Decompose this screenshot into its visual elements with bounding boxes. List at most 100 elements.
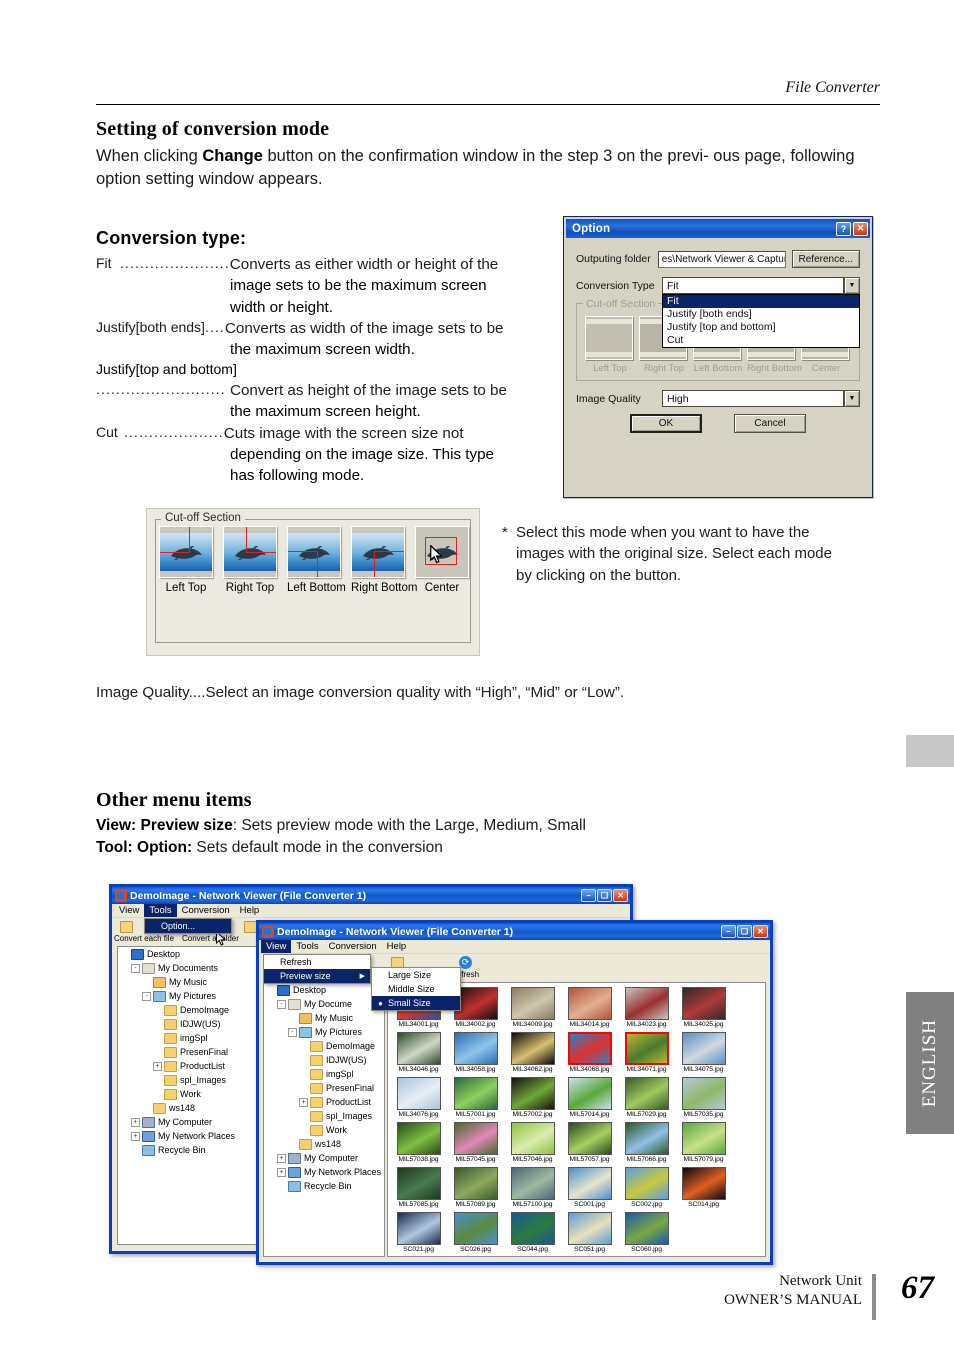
help-icon[interactable]: ? xyxy=(836,221,851,236)
back-window-menubar[interactable]: View Tools Conversion Help xyxy=(112,904,630,918)
tree-node[interactable]: Desktop xyxy=(264,983,384,997)
thumbnail-item[interactable]: MIL34014.jpg xyxy=(561,987,618,1028)
thumbnail-image[interactable] xyxy=(453,1167,498,1200)
menu-view[interactable]: View xyxy=(261,940,292,953)
thumbnail-image[interactable] xyxy=(681,987,726,1020)
expand-icon[interactable]: + xyxy=(131,1117,140,1127)
tree-node[interactable]: + My Computer xyxy=(264,1151,384,1165)
thumbnail-item[interactable]: MIL34046.jpg xyxy=(390,1032,447,1073)
expand-icon[interactable]: + xyxy=(131,1131,140,1141)
collapse-icon[interactable]: - xyxy=(131,963,140,973)
thumbnail-image[interactable] xyxy=(624,1212,669,1245)
submenu-item-large-size[interactable]: Large Size xyxy=(372,968,460,982)
thumbnail-image[interactable] xyxy=(681,1077,726,1110)
thumbnail-image[interactable] xyxy=(624,1077,669,1110)
thumbnail-item[interactable]: MIL57014.jpg xyxy=(561,1077,618,1118)
thumbnail-image[interactable] xyxy=(624,1032,669,1065)
submenu-item-middle-size[interactable]: Middle Size xyxy=(372,982,460,996)
thumbnail-image[interactable] xyxy=(510,1032,555,1065)
thumbnail-item[interactable]: SC014.jpg xyxy=(675,1167,732,1208)
tree-node[interactable]: spl_Images xyxy=(264,1109,384,1123)
collapse-icon[interactable]: - xyxy=(288,1027,297,1037)
thumbnail-image[interactable] xyxy=(681,1122,726,1155)
thumbnail-image[interactable] xyxy=(681,1032,726,1065)
thumbnail-image[interactable] xyxy=(567,1167,612,1200)
thumbnail-image[interactable] xyxy=(510,1122,555,1155)
menu-view[interactable]: View xyxy=(114,904,144,917)
image-quality-select[interactable]: High ▼ xyxy=(662,390,860,407)
thumbnail-image[interactable] xyxy=(453,1212,498,1245)
thumbnail-item[interactable]: SC044.jpg xyxy=(504,1212,561,1253)
thumbnail-image[interactable] xyxy=(396,1167,441,1200)
thumbnail-item[interactable]: MIL34058.jpg xyxy=(447,1032,504,1073)
chevron-down-icon[interactable]: ▼ xyxy=(844,277,860,294)
thumbnail-image[interactable] xyxy=(567,1122,612,1155)
thumbnail-item[interactable]: MIL34068.jpg xyxy=(561,1032,618,1073)
cutoff-button-left-top[interactable]: Left Top xyxy=(159,526,213,594)
thumbnail-item[interactable]: MIL57029.jpg xyxy=(618,1077,675,1118)
cutoff-button-left-bottom[interactable]: Left Bottom xyxy=(287,526,346,594)
thumbnail-item[interactable]: SC026.jpg xyxy=(447,1212,504,1253)
conversion-type-dropdown[interactable]: Fit Justify [both ends] Justify [top and… xyxy=(662,294,860,348)
thumbnail-image[interactable] xyxy=(567,1212,612,1245)
preview-size-submenu[interactable]: Large Size Middle Size ● Small Size xyxy=(371,967,461,1011)
thumbnail-image[interactable] xyxy=(624,1122,669,1155)
menu-help[interactable]: Help xyxy=(235,904,265,917)
convert-each-file-icon[interactable] xyxy=(120,921,133,933)
thumbnail-item[interactable]: MIL57066.jpg xyxy=(618,1122,675,1163)
reference-button[interactable]: Reference... xyxy=(791,250,860,268)
thumbnail-image[interactable] xyxy=(510,1212,555,1245)
thumbnail-image[interactable] xyxy=(396,1122,441,1155)
collapse-icon[interactable]: - xyxy=(142,991,151,1001)
tree-node[interactable]: - My Docume xyxy=(264,997,384,1011)
thumbnail-item[interactable]: MIL34075.jpg xyxy=(675,1032,732,1073)
minimize-icon[interactable]: – xyxy=(581,889,596,902)
menu-item-option[interactable]: Option... xyxy=(145,919,231,933)
thumbnail-item[interactable]: MIL34076.jpg xyxy=(390,1077,447,1118)
thumbnail-image[interactable] xyxy=(453,1122,498,1155)
chevron-down-icon[interactable]: ▼ xyxy=(844,390,860,407)
dropdown-option-justify-topbottom[interactable]: Justify [top and bottom] xyxy=(663,321,859,334)
thumbnail-item[interactable]: MIL57089.jpg xyxy=(447,1167,504,1208)
close-icon[interactable]: ✕ xyxy=(853,221,868,236)
thumbnail-image[interactable] xyxy=(396,1077,441,1110)
output-folder-input[interactable]: es\Network Viewer & Capture xyxy=(657,250,786,268)
collapse-icon[interactable]: - xyxy=(277,999,286,1009)
thumbnail-image[interactable] xyxy=(624,1167,669,1200)
submenu-item-small-size[interactable]: ● Small Size xyxy=(372,996,460,1010)
thumbnail-image[interactable] xyxy=(624,987,669,1020)
close-icon[interactable]: ✕ xyxy=(613,889,628,902)
cutoff-button-right-bottom[interactable]: Right Bottom xyxy=(351,526,417,594)
thumbnail-image[interactable] xyxy=(567,1032,612,1065)
thumbnail-item[interactable]: MIL57100.jpg xyxy=(504,1167,561,1208)
menu-tools[interactable]: Tools xyxy=(144,904,177,917)
thumbnail-item[interactable]: MIL57038.jpg xyxy=(390,1122,447,1163)
menu-item-preview-size[interactable]: Preview size ▶ xyxy=(264,969,370,983)
thumbnail-item[interactable]: MIL57085.jpg xyxy=(390,1167,447,1208)
thumbnail-item[interactable]: SC002.jpg xyxy=(618,1167,675,1208)
thumbnail-image[interactable] xyxy=(510,987,555,1020)
ok-button[interactable]: OK xyxy=(630,414,702,433)
thumbnail-item[interactable]: MIL57002.jpg xyxy=(504,1077,561,1118)
thumbnail-image[interactable] xyxy=(453,1077,498,1110)
tree-node[interactable]: My Music xyxy=(264,1011,384,1025)
tree-node[interactable]: IDJW(US) xyxy=(264,1053,384,1067)
thumbnail-item[interactable]: MIL34062.jpg xyxy=(504,1032,561,1073)
expand-icon[interactable]: + xyxy=(277,1167,286,1177)
thumbnail-item[interactable]: MIL57001.jpg xyxy=(447,1077,504,1118)
tree-node[interactable]: - My Pictures xyxy=(264,1025,384,1039)
front-window-titlebar[interactable]: DemoImage - Network Viewer (File Convert… xyxy=(259,923,770,940)
thumbnail-image[interactable] xyxy=(510,1077,555,1110)
dropdown-option-fit[interactable]: Fit xyxy=(663,295,859,308)
thumbnail-image[interactable] xyxy=(453,1032,498,1065)
thumbnail-grid[interactable]: MIL34001.jpg MIL34002.jpg MIL34009.jpg MIL3… xyxy=(388,983,765,1256)
tree-node[interactable]: Work xyxy=(264,1123,384,1137)
menu-conversion[interactable]: Conversion xyxy=(324,940,382,953)
menu-tools[interactable]: Tools xyxy=(291,940,323,953)
thumbnail-image[interactable] xyxy=(681,1167,726,1200)
back-window-titlebar[interactable]: DemoImage - Network Viewer (File Convert… xyxy=(112,887,630,904)
minimize-icon[interactable]: – xyxy=(721,925,736,938)
conversion-type-select[interactable]: Fit ▼ Fit Justify [both ends] Justify [t… xyxy=(662,277,860,348)
expand-icon[interactable]: + xyxy=(277,1153,286,1163)
thumbnail-item[interactable]: MIL34009.jpg xyxy=(504,987,561,1028)
